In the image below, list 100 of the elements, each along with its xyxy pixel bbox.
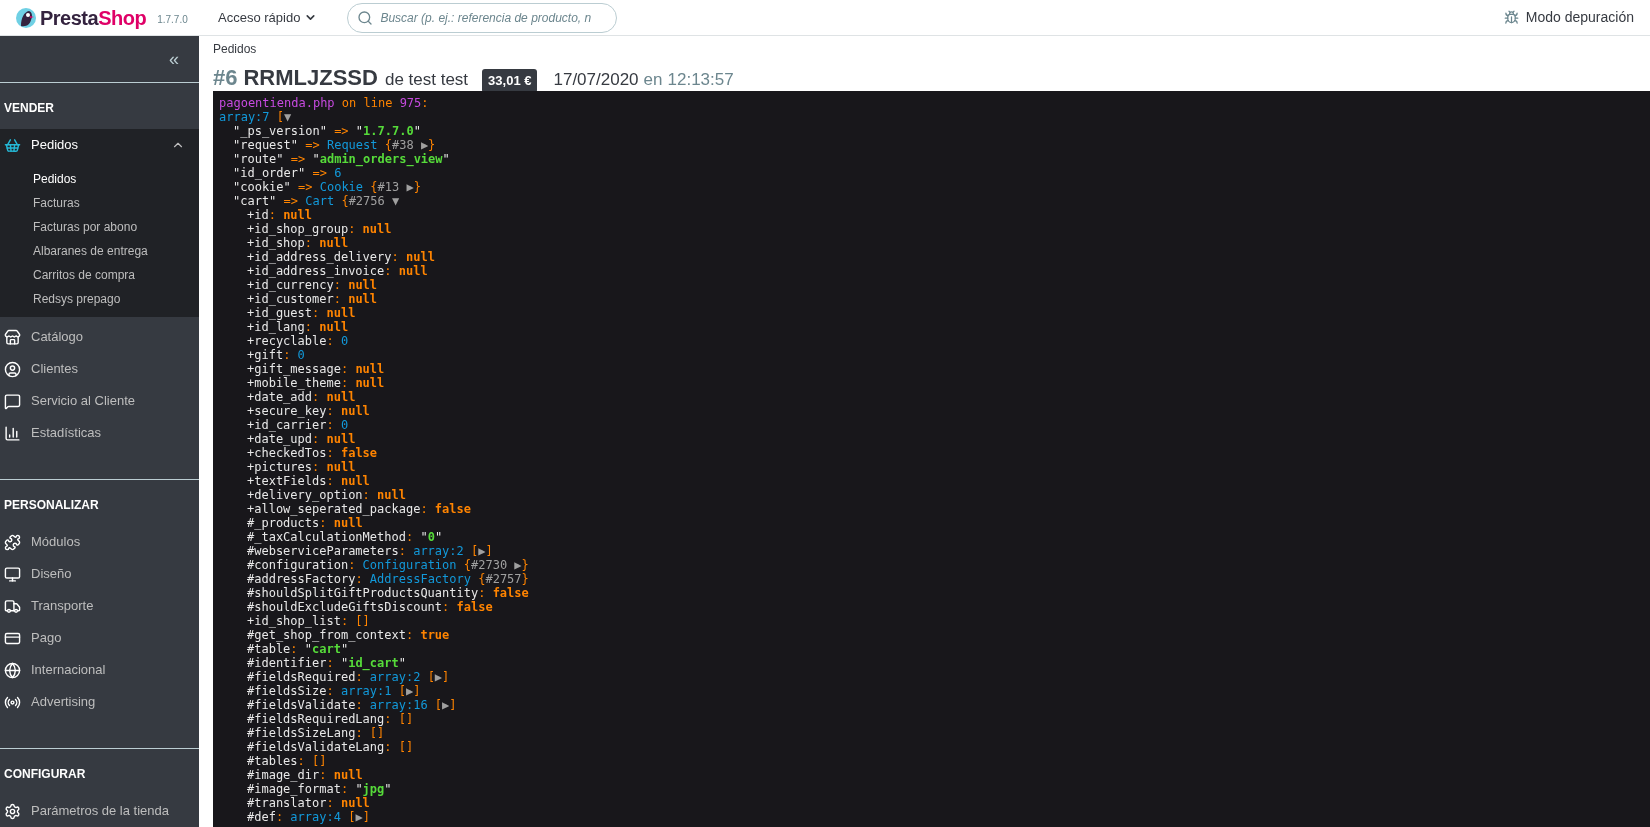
code-line: "id_order" => 6 xyxy=(233,166,342,180)
code-line: +mobile_theme: null xyxy=(247,376,385,390)
code-line: #translator: null xyxy=(247,796,370,810)
code-line: #_taxCalculationMethod: "0" xyxy=(247,530,443,544)
code-line: #fieldsRequiredLang: [] xyxy=(247,712,414,726)
code-line: #get_shop_from_context: true xyxy=(247,628,450,642)
code-line: +id_address_invoice: null xyxy=(247,264,428,278)
debug-mode-label[interactable]: Modo depuración xyxy=(1525,7,1634,28)
code-line: +id_customer: null xyxy=(247,292,378,306)
code-line: #webserviceParameters: array:2 [▶] xyxy=(247,544,493,558)
code-line: +delivery_option: null xyxy=(247,488,406,502)
submenu-item[interactable]: Facturas por abono xyxy=(0,215,199,239)
code-line: +pictures: null xyxy=(247,460,356,474)
user-icon xyxy=(4,360,21,378)
code-line: "route" => "admin_orders_view" xyxy=(233,152,450,166)
menu-item[interactable]: Internacional xyxy=(0,654,199,686)
code-line: +id_lang: null xyxy=(247,320,349,334)
code-line: +date_add: null xyxy=(247,390,356,404)
quick-access-dropdown[interactable]: Acceso rápido xyxy=(218,7,318,28)
menu-item[interactable]: Pago xyxy=(0,622,199,654)
logo-wordmark[interactable]: PrestaShop xyxy=(40,2,147,33)
total-badge: 33,01 € xyxy=(482,69,538,93)
chat-icon xyxy=(4,392,21,410)
bar-chart-icon xyxy=(4,424,21,442)
code-line: pagoentienda.php on line 975: xyxy=(219,96,429,110)
order-number: #6 xyxy=(213,64,238,92)
code-line: #table: "cart" xyxy=(247,642,349,656)
search-field[interactable]: Buscar (p. ej.: referencia de producto, n xyxy=(347,2,618,33)
menu-item[interactable]: Transporte xyxy=(0,590,199,622)
customer-name: de test test xyxy=(384,69,469,91)
menu-item[interactable]: Advertising xyxy=(0,686,199,718)
code-line: #fieldsValidateLang: [] xyxy=(247,740,414,754)
code-line: "cookie" => Cookie {#13 ▶} xyxy=(233,180,421,194)
globe-icon xyxy=(4,661,21,679)
menu-item[interactable]: Catálogo xyxy=(0,321,199,353)
code-line: #fieldsValidate: array:16 [▶] xyxy=(247,698,457,712)
code-line: +id_address_delivery: null xyxy=(247,250,435,264)
code-line: #identifier: "id_cart" xyxy=(247,656,406,670)
breadcrumb[interactable]: Pedidos xyxy=(213,41,1650,57)
submenu-item[interactable]: Facturas xyxy=(0,191,199,215)
code-line: #configuration: Configuration {#2730 ▶} xyxy=(247,558,529,572)
code-line: +id_shop_group: null xyxy=(247,222,392,236)
code-line: #fieldsSize: array:1 [▶] xyxy=(247,684,421,698)
section-heading: VENDER xyxy=(3,100,55,117)
code-line: "request" => Request {#38 ▶} xyxy=(233,138,436,152)
code-line: #fieldsSizeLang: [] xyxy=(247,726,385,740)
puzzle-icon xyxy=(4,533,21,551)
code-line: +gift_message: null xyxy=(247,362,385,376)
code-line: #_products: null xyxy=(247,516,363,530)
code-line: +id_carrier: 0 xyxy=(247,418,349,432)
collapse-button[interactable]: « xyxy=(169,45,179,73)
code-line: #fieldsRequired: array:2 [▶] xyxy=(247,670,450,684)
submenu-item[interactable]: Pedidos xyxy=(0,167,199,191)
store-icon xyxy=(4,328,21,346)
code-line: +recyclable: 0 xyxy=(247,334,349,348)
code-line: +allow_seperated_package: false xyxy=(247,502,471,516)
code-line: "cart" => Cart {#2756 ▼ xyxy=(233,194,400,208)
basket-icon xyxy=(4,136,21,154)
submenu-item[interactable]: Carritos de compra xyxy=(0,263,199,287)
version-label: 1.7.7.0 xyxy=(157,13,188,27)
code-line: #shouldExcludeGiftsDiscount: false xyxy=(247,600,493,614)
menu-item[interactable]: Módulos xyxy=(0,526,199,558)
menu-item[interactable]: Parámetros de la tienda xyxy=(0,795,199,827)
logo-icon xyxy=(15,5,37,30)
order-reference: RRMLJZSSD xyxy=(243,64,378,92)
code-line: #image_dir: null xyxy=(247,768,363,782)
code-line: +id_shop_list: [] xyxy=(247,614,370,628)
bug-icon xyxy=(1503,10,1519,25)
code-line: #shouldSplitGiftProductsQuantity: false xyxy=(247,586,529,600)
code-line: #def: array:4 [▶] xyxy=(247,810,370,824)
section-heading: CONFIGURAR xyxy=(3,766,87,783)
code-line: array:7 [▼ xyxy=(219,110,292,124)
code-line: +gift: 0 xyxy=(247,348,305,362)
section-heading: PERSONALIZAR xyxy=(3,497,100,514)
submenu-item[interactable]: Albaranes de entrega xyxy=(0,239,199,263)
code-line: "_ps_version" => "1.7.7.0" xyxy=(233,124,421,138)
menu-item[interactable]: Pedidos xyxy=(0,129,199,161)
search-icon xyxy=(357,9,374,26)
code-line: +id_currency: null xyxy=(247,278,378,292)
menu-item[interactable]: Clientes xyxy=(0,353,199,385)
settings-icon xyxy=(4,802,21,820)
menu-item[interactable]: Diseño xyxy=(0,558,199,590)
monitor-icon xyxy=(4,565,21,583)
code-line: +id_shop: null xyxy=(247,236,349,250)
submenu-item[interactable]: Redsys prepago xyxy=(0,287,199,311)
code-line: +checkedTos: false xyxy=(247,446,378,460)
truck-icon xyxy=(4,597,21,615)
code-line: #addressFactory: AddressFactory {#2757} xyxy=(247,572,529,586)
date-connector: en xyxy=(643,69,663,91)
menu-item[interactable]: Estadísticas xyxy=(0,417,199,449)
code-line: +textFields: null xyxy=(247,474,370,488)
code-line: +date_upd: null xyxy=(247,432,356,446)
code-line: #image_format: "jpg" xyxy=(247,782,392,796)
code-line: +secure_key: null xyxy=(247,404,370,418)
menu-item[interactable]: Servicio al Cliente xyxy=(0,385,199,417)
code-line: #tables: [] xyxy=(247,754,327,768)
code-line: +id_guest: null xyxy=(247,306,356,320)
code-line: +id: null xyxy=(247,208,313,222)
order-time: 12:13:57 xyxy=(667,69,734,91)
order-date: 17/07/2020 xyxy=(553,69,639,91)
